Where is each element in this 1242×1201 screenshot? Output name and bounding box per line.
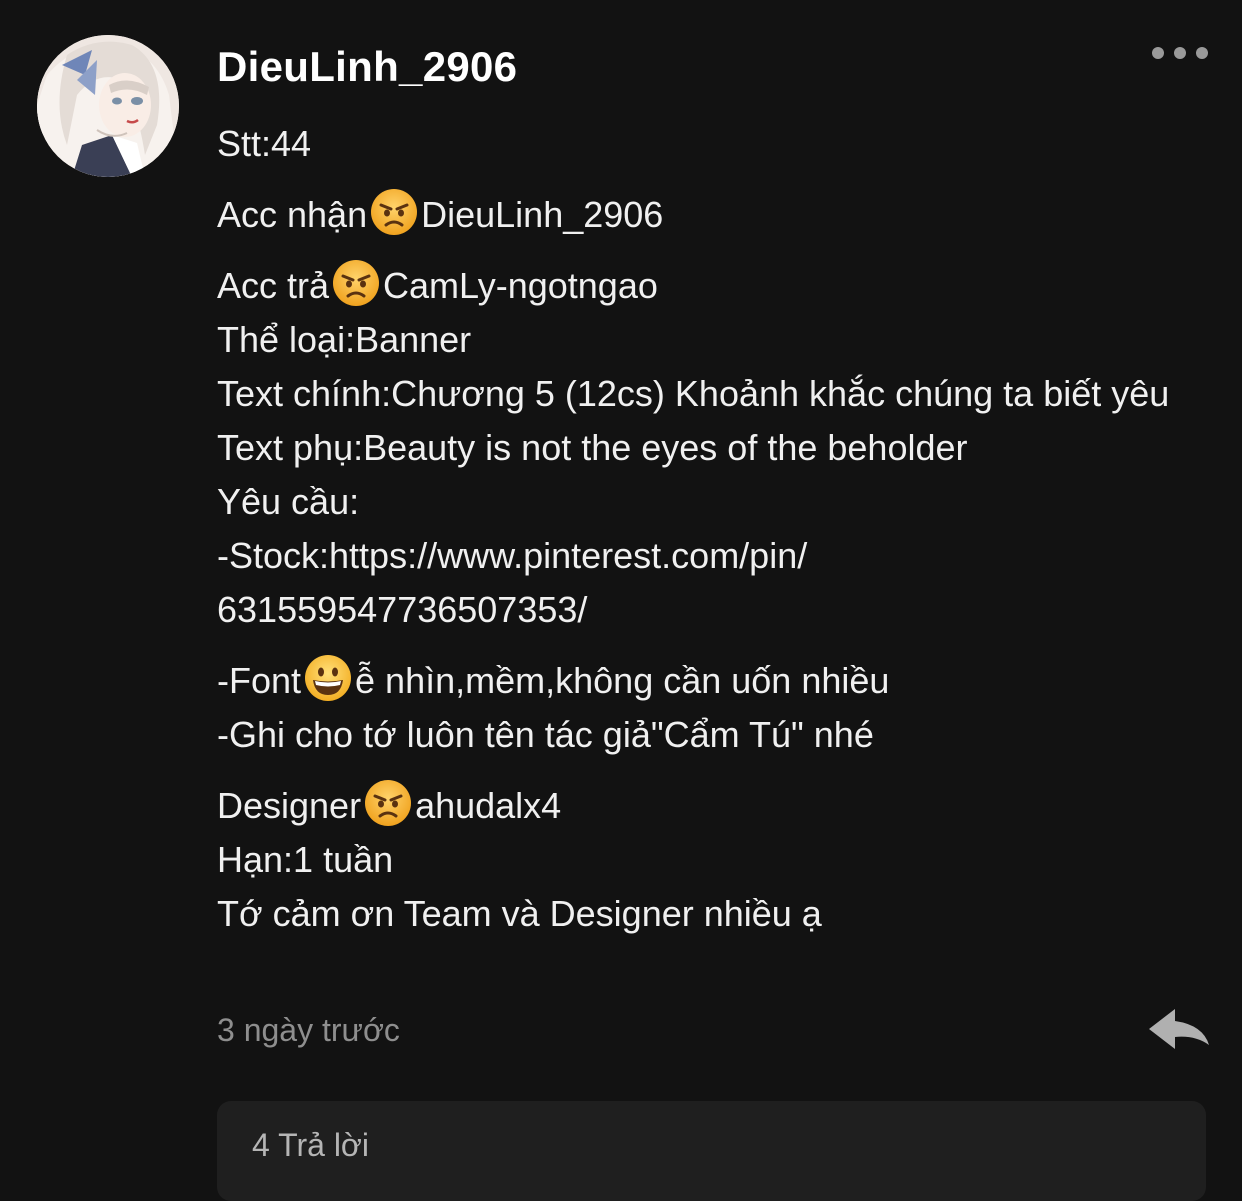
more-horizontal-icon [1152,47,1164,59]
acc-nhan-label: Acc nhận [217,194,368,235]
designer-value: ahudalx4 [415,785,562,826]
username[interactable]: DieuLinh_2906 [217,40,517,94]
more-horizontal-icon [1174,47,1186,59]
comment-line-stock-link-cont: 631559547736507353/ [217,589,588,630]
comment-line-stock-link: -Stock:https://www.pinterest.com/pin/ [217,535,808,576]
comment-line-font: -Font ễ nhìn,mềm,không cần uốn nhiều [217,653,1207,708]
acc-nhan-value: DieuLinh_2906 [421,194,664,235]
timestamp: 3 ngày trước [217,1012,400,1048]
comment-line-the-loai: Thể loại:Banner [217,319,472,360]
angry-face-emoji-icon [363,778,413,828]
font-value: ễ nhìn,mềm,không cần uốn nhiều [355,660,890,701]
comment-line-han: Hạn:1 tuần [217,839,394,880]
comment-line-ghi-chu: -Ghi cho tớ luôn tên tác giả"Cẩm Tú" nhé [217,714,874,755]
grinning-face-emoji-icon [303,653,353,703]
designer-label: Designer [217,785,362,826]
avatar[interactable] [37,35,179,177]
comment-line-text-phu: Text phụ:Beauty is not the eyes of the b… [217,427,968,468]
angry-face-emoji-icon [331,258,381,308]
angry-face-emoji-icon [369,187,419,237]
replies-count-label: 4 Trả lời [252,1127,370,1163]
comment-line-cam-on: Tớ cảm ơn Team và Designer nhiều ạ [217,893,822,934]
comment-line-text-chinh: Text chính:Chương 5 (12cs) Khoảnh khắc c… [217,373,1170,414]
comment-line-yeu-cau: Yêu cầu: [217,481,360,522]
comment-line-designer: Designer ahudalx4 [217,778,1207,833]
font-label: -Font [217,660,302,701]
comment-line-acc-tra: Acc trả CamLy-ngotngao [217,258,1207,313]
more-options-button[interactable] [1146,38,1214,68]
comment-line-acc-nhan: Acc nhận DieuLinh_2906 [217,187,1207,242]
acc-tra-value: CamLy-ngotngao [383,265,658,306]
comment-body: Stt:44 Acc nhận DieuLinh_2906 Acc trả CamL… [217,117,1207,941]
reply-arrow-icon [1149,1009,1209,1049]
reply-button[interactable] [1145,1005,1213,1055]
more-horizontal-icon [1196,47,1208,59]
view-replies-button[interactable]: 4 Trả lời [217,1101,1206,1201]
comment-line-stt: Stt:44 [217,123,312,164]
acc-tra-label: Acc trả [217,265,330,306]
